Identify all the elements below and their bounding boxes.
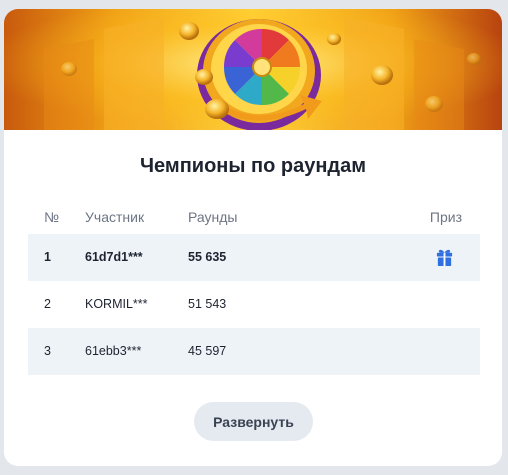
expand-button[interactable]: Развернуть (194, 402, 313, 441)
header-number: № (44, 209, 60, 225)
champions-table: № Участник Раунды Приз 1 61d7d1*** 55 63… (28, 201, 480, 375)
row-rank: 1 (44, 250, 51, 264)
row-rounds: 51 543 (188, 297, 227, 311)
row-rounds: 45 597 (188, 344, 227, 358)
row-rank: 3 (44, 344, 51, 358)
row-participant: 61ebb3*** (85, 344, 142, 358)
row-participant: KORMIL*** (85, 297, 148, 311)
page-title: Чемпионы по раундам (139, 155, 367, 177)
champions-card: Чемпионы по раундам № Участник Раунды Пр… (4, 9, 502, 466)
table-row: 1 61d7d1*** 55 635 (28, 234, 480, 281)
row-rank: 2 (44, 297, 51, 311)
header-participant: Участник (85, 209, 145, 225)
row-participant: 61d7d1*** (85, 250, 143, 264)
header-prize: Приз (429, 209, 462, 225)
wheel-banner-image (4, 9, 502, 130)
gift-icon[interactable] (435, 248, 454, 267)
table-row: 2 KORMIL*** 51 543 (28, 281, 480, 328)
row-rounds: 55 635 (188, 250, 227, 264)
header-rounds: Раунды (188, 209, 238, 225)
table-header: № Участник Раунды Приз (28, 201, 480, 234)
table-row: 3 61ebb3*** 45 597 (28, 328, 480, 375)
